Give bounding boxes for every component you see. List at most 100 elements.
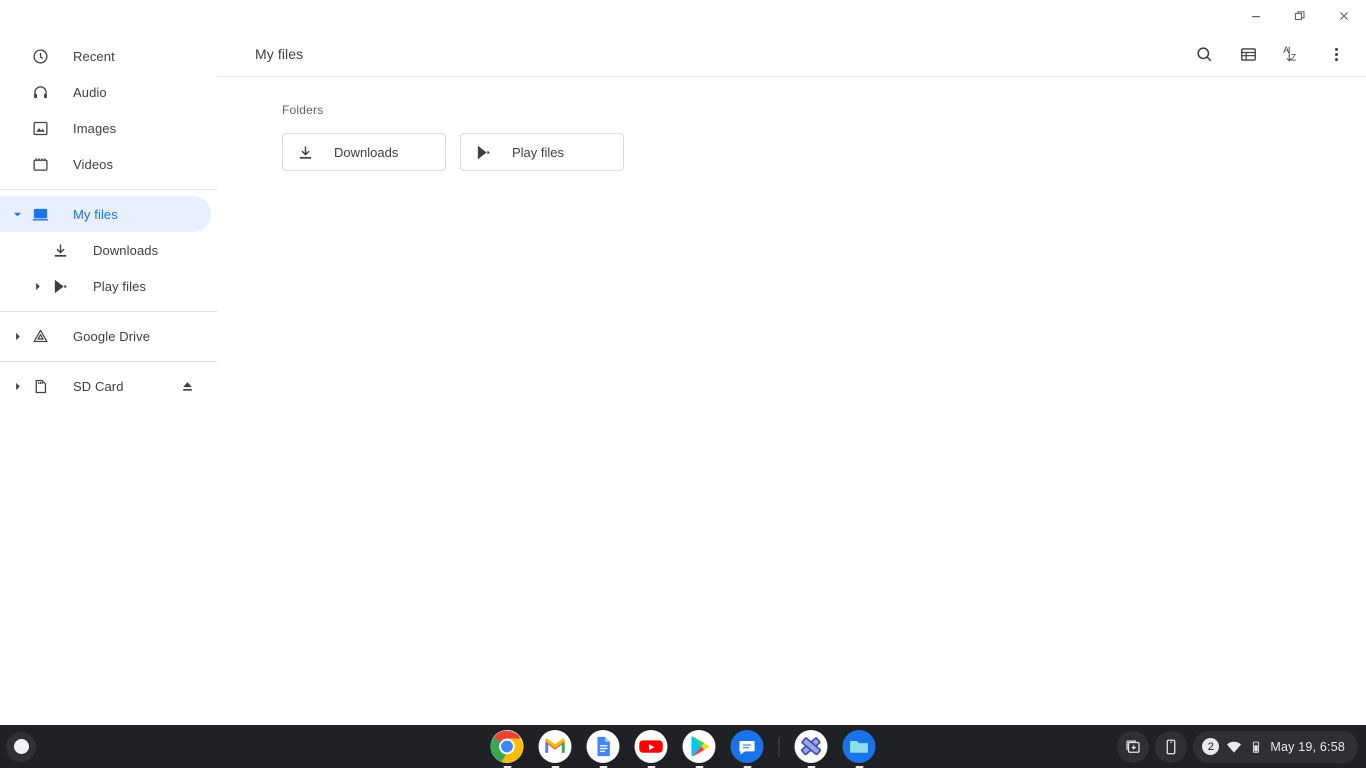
sidebar-item-images[interactable]: Images — [0, 110, 211, 146]
battery-icon — [1253, 741, 1260, 753]
sidebar-item-google-drive[interactable]: Google Drive — [0, 318, 211, 354]
shelf-app-gmail[interactable] — [538, 730, 572, 768]
launcher-button[interactable] — [6, 731, 36, 762]
folder-card-row: Downloads Play files — [282, 133, 1366, 171]
play-store-icon — [682, 730, 716, 763]
shelf: 2 May 19, 6:58 — [0, 725, 1366, 768]
image-icon — [28, 120, 52, 137]
sidebar-item-label: My files — [73, 206, 118, 222]
sidebar-item-label: Videos — [73, 156, 114, 172]
chevron-right-icon[interactable] — [6, 332, 28, 341]
list-view-button[interactable] — [1230, 36, 1266, 72]
gmail-icon — [538, 730, 572, 763]
folders-section: Folders Downloads Play files — [217, 77, 1366, 171]
clock-icon — [28, 48, 52, 65]
phone-icon — [1166, 739, 1176, 754]
shelf-app-files[interactable] — [842, 730, 876, 768]
video-icon — [28, 156, 52, 173]
files-app-window: Recent Audio Images Videos My files Down… — [0, 0, 1366, 725]
close-button[interactable] — [1322, 0, 1366, 32]
notification-count-badge: 2 — [1202, 738, 1220, 755]
shelf-app-chrome[interactable] — [490, 730, 524, 768]
screen-capture-icon — [1126, 739, 1140, 753]
phone-hub-button[interactable] — [1155, 730, 1188, 763]
restore-icon — [1294, 11, 1305, 21]
headphones-icon — [28, 84, 52, 101]
sort-button[interactable]: A Z — [1274, 36, 1310, 72]
window-caption-buttons — [1234, 0, 1366, 32]
sidebar-divider — [0, 311, 217, 312]
sidebar-item-audio[interactable]: Audio — [0, 74, 211, 110]
folder-card-label: Downloads — [334, 144, 399, 160]
sidebar-item-downloads[interactable]: Downloads — [0, 232, 211, 268]
sidebar-divider — [0, 189, 217, 190]
eject-button[interactable] — [177, 376, 197, 396]
close-icon — [1340, 12, 1348, 20]
minimize-icon — [1252, 16, 1260, 18]
folder-card-downloads[interactable]: Downloads — [282, 133, 446, 171]
sidebar-item-sd-card[interactable]: SD Card — [0, 368, 211, 404]
more-vertical-icon — [1334, 47, 1338, 61]
more-options-button[interactable] — [1318, 36, 1354, 72]
wifi-icon — [1227, 741, 1242, 753]
search-icon — [1196, 46, 1211, 61]
page-title: My files — [255, 46, 304, 62]
sidebar-item-label: Play files — [93, 278, 147, 294]
chevron-down-icon[interactable] — [6, 210, 28, 219]
main-header: My files A Z — [217, 32, 1366, 77]
youtube-icon — [634, 730, 668, 763]
nav-group-media: Recent Audio Images Videos — [0, 32, 217, 182]
chevron-right-icon[interactable] — [26, 282, 48, 291]
shelf-app-youtube[interactable] — [634, 730, 668, 768]
docs-icon — [586, 730, 620, 763]
system-tray: 2 May 19, 6:58 — [1117, 730, 1358, 763]
shelf-app-play-store[interactable] — [682, 730, 716, 768]
folder-card-play-files[interactable]: Play files — [460, 133, 624, 171]
minimize-button[interactable] — [1234, 0, 1278, 32]
shelf-app-list — [490, 725, 876, 768]
sidebar-item-label: Downloads — [93, 242, 159, 258]
sidebar-divider — [0, 361, 217, 362]
restore-button[interactable] — [1278, 0, 1322, 32]
sort-az-icon: A Z — [1283, 45, 1297, 63]
clock-datetime: May 19, 6:58 — [1270, 739, 1345, 754]
files-icon — [842, 730, 876, 763]
nav-group-drive: Google Drive — [0, 318, 217, 354]
shelf-app-sketch[interactable] — [794, 730, 828, 768]
sketch-icon — [794, 730, 828, 763]
sidebar-item-play-files[interactable]: Play files — [0, 268, 211, 304]
nav-group-my-files: My files Downloads Play files — [0, 196, 217, 304]
main-panel: My files A Z Folders Downloads Play file… — [217, 32, 1366, 682]
computer-icon — [28, 206, 52, 223]
sidebar-item-label: SD Card — [73, 378, 124, 394]
sidebar-item-label: Audio — [73, 84, 107, 100]
svg-text:A: A — [1283, 45, 1289, 55]
nav-group-sd-card: SD Card — [0, 368, 217, 404]
folder-card-label: Play files — [512, 144, 565, 160]
list-view-icon — [1240, 47, 1256, 61]
sidebar-item-videos[interactable]: Videos — [0, 146, 211, 182]
play-store-icon — [473, 144, 493, 161]
shelf-app-messages[interactable] — [730, 730, 764, 768]
sidebar-item-my-files[interactable]: My files — [0, 196, 211, 232]
shelf-separator — [778, 736, 780, 757]
sidebar-item-label: Recent — [73, 48, 115, 64]
play-store-icon — [48, 278, 72, 295]
chrome-icon — [490, 730, 524, 763]
header-actions: A Z — [1186, 36, 1354, 72]
messages-icon — [730, 730, 764, 763]
sidebar: Recent Audio Images Videos My files Down… — [0, 32, 234, 725]
google-drive-icon — [28, 328, 52, 345]
section-title: Folders — [282, 103, 324, 117]
sidebar-item-label: Google Drive — [73, 328, 151, 344]
shelf-app-docs[interactable] — [586, 730, 620, 768]
svg-text:Z: Z — [1291, 53, 1297, 63]
search-button[interactable] — [1186, 36, 1222, 72]
download-icon — [295, 144, 315, 161]
status-area-button[interactable]: 2 May 19, 6:58 — [1193, 730, 1358, 763]
sidebar-item-recent[interactable]: Recent — [0, 38, 211, 74]
screen-capture-button[interactable] — [1117, 730, 1150, 763]
sd-card-icon — [28, 378, 52, 395]
sidebar-item-label: Images — [73, 120, 117, 136]
chevron-right-icon[interactable] — [6, 382, 28, 391]
